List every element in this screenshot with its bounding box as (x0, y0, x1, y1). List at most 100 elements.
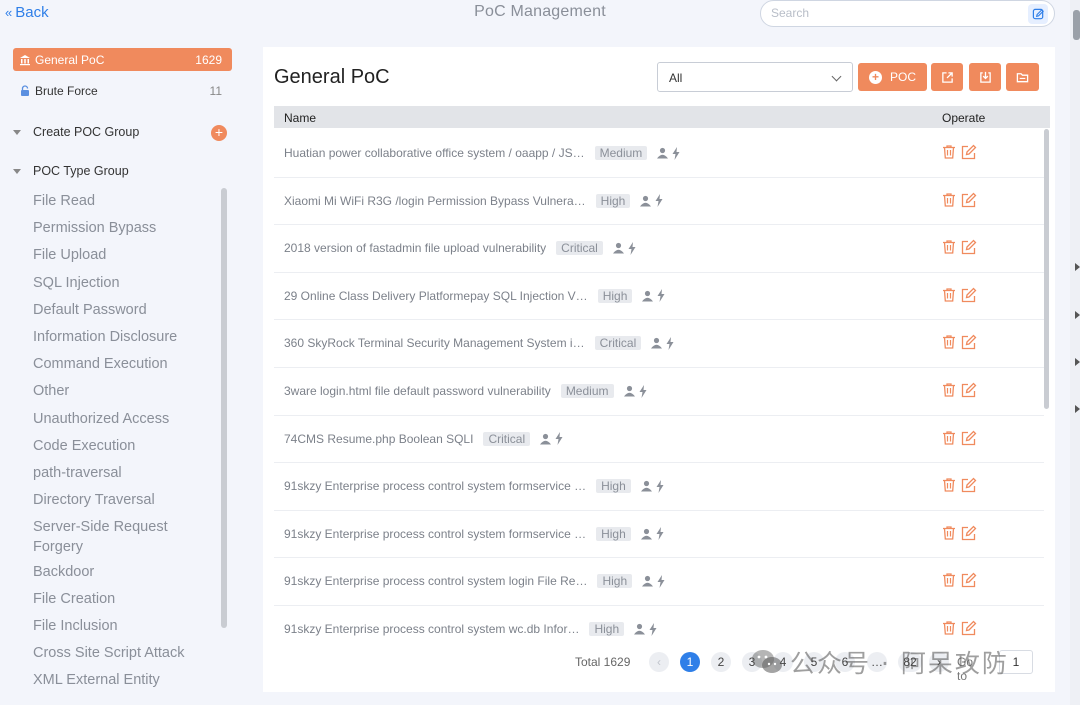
export-button[interactable] (931, 63, 963, 91)
type-item[interactable]: File Read (33, 191, 95, 211)
filter-select[interactable]: All (657, 62, 853, 92)
user-icon (612, 243, 624, 254)
delete-icon[interactable] (941, 430, 958, 447)
type-item[interactable]: Backdoor (33, 562, 94, 582)
table-row[interactable]: 74CMS Resume.php Boolean SQLI Critical (274, 416, 1044, 464)
table-scrollbar[interactable] (1044, 129, 1049, 409)
row-operations (941, 620, 979, 637)
type-item[interactable]: Other (33, 381, 69, 401)
severity-badge: High (589, 622, 625, 636)
import-button[interactable] (969, 63, 1001, 91)
page-number[interactable]: 82 (898, 652, 922, 672)
poc-name[interactable]: 91skzy Enterprise process control system… (284, 622, 579, 636)
caret-right-icon (1075, 405, 1080, 413)
table-row[interactable]: 360 SkyRock Terminal Security Management… (274, 320, 1044, 368)
folder-button[interactable] (1006, 63, 1039, 91)
type-item[interactable]: Directory Traversal (33, 490, 155, 510)
edit-icon[interactable] (960, 287, 977, 304)
add-poc-button[interactable]: + POC (858, 63, 927, 91)
severity-badge: Critical (556, 241, 603, 256)
type-item[interactable]: File Upload (33, 245, 106, 265)
delete-icon[interactable] (941, 192, 958, 209)
delete-icon[interactable] (941, 382, 958, 399)
type-item[interactable]: Default Password (33, 300, 147, 320)
sidebar-item-general-poc[interactable]: General PoC 1629 (13, 48, 232, 71)
poc-name[interactable]: 91skzy Enterprise process control system… (284, 527, 586, 541)
prev-page-button[interactable]: ‹ (649, 652, 669, 672)
type-item[interactable]: Cross Site Script Attack (33, 643, 185, 663)
edit-icon[interactable] (960, 192, 977, 209)
edit-icon[interactable] (960, 572, 977, 589)
poc-name[interactable]: 3ware login.html file default password v… (284, 384, 551, 398)
sidebar-scrollbar[interactable] (221, 188, 227, 628)
table-row[interactable]: 91skzy Enterprise process control system… (274, 463, 1044, 511)
type-item[interactable]: File Creation (33, 589, 115, 609)
edit-icon[interactable] (960, 525, 977, 542)
table-row[interactable]: 3ware login.html file default password v… (274, 368, 1044, 416)
edit-icon[interactable] (960, 144, 977, 161)
type-item[interactable]: Server-Side Request Forgery (33, 517, 198, 557)
page-number[interactable]: 6 (835, 652, 855, 672)
poc-name[interactable]: 74CMS Resume.php Boolean SQLI (284, 432, 473, 446)
delete-icon[interactable] (941, 620, 958, 637)
severity-badge: Critical (594, 336, 642, 351)
delete-icon[interactable] (941, 239, 958, 256)
type-item[interactable]: Code Execution (33, 436, 135, 456)
poc-name[interactable]: 91skzy Enterprise process control system… (284, 574, 587, 588)
edit-icon[interactable] (960, 477, 977, 494)
create-poc-group-toggle[interactable]: Create POC Group (13, 122, 139, 142)
lightning-icon (555, 432, 563, 446)
poc-name[interactable]: 2018 version of fastadmin file upload vu… (284, 241, 546, 255)
table-row[interactable]: Xiaomi Mi WiFi R3G /login Permission Byp… (274, 178, 1044, 226)
page-number[interactable]: 1 (680, 652, 700, 672)
poc-flags (641, 289, 666, 303)
next-page-button[interactable]: › (929, 652, 949, 672)
type-item[interactable]: Unauthorized Access (33, 409, 169, 429)
delete-icon[interactable] (941, 477, 958, 494)
type-item[interactable]: Permission Bypass (33, 218, 156, 238)
add-group-button[interactable]: + (211, 125, 227, 141)
severity-badge: High (596, 526, 631, 541)
delete-icon[interactable] (941, 287, 958, 304)
search-input[interactable] (771, 6, 1021, 20)
severity-badge: Medium (560, 384, 614, 398)
table-row[interactable]: 91skzy Enterprise process control system… (274, 511, 1044, 559)
type-item[interactable]: XML External Entity (33, 670, 160, 690)
edit-icon[interactable] (960, 620, 977, 637)
poc-name[interactable]: 91skzy Enterprise process control system… (284, 479, 586, 493)
table-row[interactable]: 91skzy Enterprise process control system… (274, 606, 1044, 644)
severity-badge: High (595, 193, 631, 208)
edit-icon[interactable] (960, 430, 977, 447)
delete-icon[interactable] (941, 572, 958, 589)
page-number[interactable]: 2 (711, 652, 731, 672)
edit-icon[interactable] (960, 239, 977, 256)
type-item[interactable]: Command Execution (33, 354, 168, 374)
type-item[interactable]: Information Disclosure (33, 327, 177, 347)
page-number[interactable]: 3 (742, 652, 762, 672)
sidebar-item-brute-force[interactable]: Brute Force 11 (13, 79, 232, 102)
search-edit-icon[interactable] (1028, 4, 1048, 24)
poc-name[interactable]: 29 Online Class Delivery Platformepay SQ… (284, 289, 588, 303)
poc-name[interactable]: 360 SkyRock Terminal Security Management… (284, 336, 585, 350)
type-item[interactable]: File Inclusion (33, 616, 118, 636)
delete-icon[interactable] (941, 334, 958, 351)
page-ellipsis[interactable]: … (867, 652, 887, 672)
type-item[interactable]: path-traversal (33, 463, 122, 483)
page-number[interactable]: 5 (804, 652, 824, 672)
table-row[interactable]: 91skzy Enterprise process control system… (274, 558, 1044, 606)
table-row[interactable]: 29 Online Class Delivery Platformepay SQ… (274, 273, 1044, 321)
poc-name[interactable]: Huatian power collaborative office syste… (284, 146, 585, 160)
type-item[interactable]: SQL Injection (33, 273, 120, 293)
delete-icon[interactable] (941, 144, 958, 161)
user-icon (634, 623, 646, 635)
delete-icon[interactable] (941, 525, 958, 542)
edit-icon[interactable] (960, 334, 977, 351)
filter-select-value: All (669, 71, 683, 85)
table-row[interactable]: 2018 version of fastadmin file upload vu… (274, 225, 1044, 273)
page-number[interactable]: 4 (773, 652, 793, 672)
poc-name[interactable]: Xiaomi Mi WiFi R3G /login Permission Byp… (284, 194, 586, 208)
goto-page-input[interactable]: 1 (999, 650, 1033, 674)
table-row[interactable]: Huatian power collaborative office syste… (274, 130, 1044, 178)
edit-icon[interactable] (960, 382, 977, 399)
poc-type-group-toggle[interactable]: POC Type Group (13, 161, 129, 181)
